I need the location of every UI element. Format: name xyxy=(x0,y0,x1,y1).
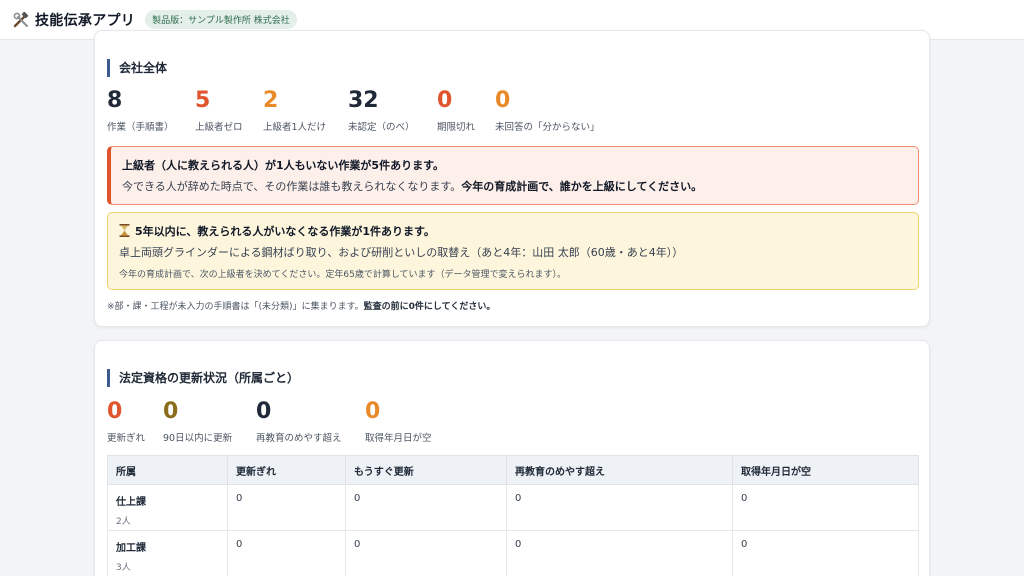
table-cell: 0 xyxy=(732,530,919,576)
table-header-row: 所属 更新ぎれ もうすぐ更新 再教育のめやす超え 取得年月日が空 xyxy=(107,455,919,485)
column-header[interactable]: 再教育のめやす超え xyxy=(506,455,733,485)
alert-text-emphasis: 今年の育成計画で、誰かを上級にしてください。 xyxy=(461,180,703,193)
table-row[interactable]: 加工課 3人 0 0 0 0 xyxy=(107,530,919,576)
table-cell: 0 xyxy=(506,530,733,576)
stat-value: 8 xyxy=(107,88,123,113)
stat-expired-cert: 0 更新ぎれ xyxy=(107,399,145,444)
stat-label: 90日以内に更新 xyxy=(163,433,233,444)
table-cell: 0 xyxy=(506,484,733,531)
column-header[interactable]: もうすぐ更新 xyxy=(345,455,507,485)
table-cell: 0 xyxy=(345,530,507,576)
table-cell: 0 xyxy=(227,484,346,531)
certification-table: 所属 更新ぎれ もうすぐ更新 再教育のめやす超え 取得年月日が空 仕上課 2人 … xyxy=(107,455,919,576)
app-title: 技能伝承アプリ xyxy=(35,12,136,29)
stat-label: 更新ぎれ xyxy=(107,433,146,444)
stat-retraining-over: 0 再教育のめやす超え xyxy=(256,399,342,444)
stat-label: 未回答の「分からない」 xyxy=(495,122,600,133)
tools-icon xyxy=(12,11,30,29)
stat-single-expert: 2 上級者1人だけ xyxy=(263,88,326,133)
no-expert-alert: 上級者（人に教えられる人）が1人もいない作業が5件あります。 今できる人が辞めた… xyxy=(107,146,919,205)
table-row[interactable]: 仕上課 2人 0 0 0 0 xyxy=(107,484,919,531)
section-title-certifications: 法定資格の更新状況（所属ごと） xyxy=(107,369,299,387)
hourglass-icon xyxy=(119,224,130,240)
dept-name: 仕上課 xyxy=(116,497,146,508)
stat-value: 0 xyxy=(437,88,453,113)
stat-missing-date: 0 取得年月日が空 xyxy=(365,399,432,444)
stat-label: 期限切れ xyxy=(437,122,476,133)
stat-label: 未認定（のべ） xyxy=(348,122,415,133)
column-header[interactable]: 取得年月日が空 xyxy=(732,455,919,485)
stat-uncertified: 32 未認定（のべ） xyxy=(348,88,415,133)
column-header[interactable]: 更新ぎれ xyxy=(227,455,346,485)
dept-member-count: 3人 xyxy=(116,563,131,573)
alert-subtext: 今年の育成計画で、次の上級者を決めてください。定年65歳で計算しています（データ… xyxy=(119,270,567,280)
table-cell: 0 xyxy=(345,484,507,531)
alert-text: 今できる人が辞めた時点で、その作業は誰も教えられなくなります。今年の育成計画で、… xyxy=(122,178,702,194)
stat-label: 作業（手順書） xyxy=(107,122,174,133)
alert-title: 上級者（人に教えられる人）が1人もいない作業が5件あります。 xyxy=(122,159,444,172)
certifications-card: 法定資格の更新状況（所属ごと） 0 更新ぎれ 0 90日以内に更新 0 再教育の… xyxy=(94,340,930,576)
note-text: ※部・課・工程が未入力の手順書は「(未分類)」に集まります。 xyxy=(107,302,364,312)
dept-cell: 仕上課 2人 xyxy=(107,484,228,531)
alert-text-main: 今できる人が辞めた時点で、その作業は誰も教えられなくなります。 xyxy=(122,180,462,193)
stat-no-expert: 5 上級者ゼロ xyxy=(195,88,243,133)
note-emphasis: 監査の前に0件にしてください。 xyxy=(363,302,496,312)
stat-expired: 0 期限切れ xyxy=(437,88,475,133)
stat-value: 0 xyxy=(365,399,381,424)
edition-badge: 製品版：サンプル製作所 株式会社 xyxy=(145,10,297,29)
dept-name: 加工課 xyxy=(116,543,146,554)
alert-text: 卓上両頭グラインダーによる鋼材ばり取り、および研削といしの取替え（あと4年：山田… xyxy=(119,246,684,259)
stat-value: 0 xyxy=(107,399,123,424)
stat-label: 取得年月日が空 xyxy=(365,433,432,444)
stat-label: 上級者ゼロ xyxy=(195,122,243,133)
stat-tasks: 8 作業（手順書） xyxy=(107,88,174,133)
table-cell: 0 xyxy=(732,484,919,531)
stat-value: 0 xyxy=(495,88,511,113)
section-title-company: 会社全体 xyxy=(107,59,167,77)
dept-member-count: 2人 xyxy=(116,517,131,527)
stat-value: 0 xyxy=(256,399,272,424)
stat-value: 5 xyxy=(195,88,211,113)
company-overview-card: 会社全体 8 作業（手順書） 5 上級者ゼロ 2 上級者1人だけ 32 未認定（… xyxy=(94,30,930,327)
stat-unanswered: 0 未回答の「分からない」 xyxy=(495,88,600,133)
stat-value: 2 xyxy=(263,88,279,113)
stat-renew-90days: 0 90日以内に更新 xyxy=(163,399,232,444)
column-header[interactable]: 所属 xyxy=(107,455,228,485)
stat-label: 上級者1人だけ xyxy=(263,122,327,133)
stat-value: 0 xyxy=(163,399,179,424)
unclassified-note: ※部・課・工程が未入力の手順書は「(未分類)」に集まります。監査の前に0件にして… xyxy=(107,299,495,312)
dept-cell: 加工課 3人 xyxy=(107,530,228,576)
alert-title-row: 5年以内に、教えられる人がいなくなる作業が1件あります。 xyxy=(119,223,435,240)
stat-value: 32 xyxy=(348,88,379,113)
retirement-alert: 5年以内に、教えられる人がいなくなる作業が1件あります。 卓上両頭グラインダーに… xyxy=(107,212,919,290)
table-cell: 0 xyxy=(227,530,346,576)
alert-title: 5年以内に、教えられる人がいなくなる作業が1件あります。 xyxy=(135,225,435,238)
stat-label: 再教育のめやす超え xyxy=(256,433,342,444)
